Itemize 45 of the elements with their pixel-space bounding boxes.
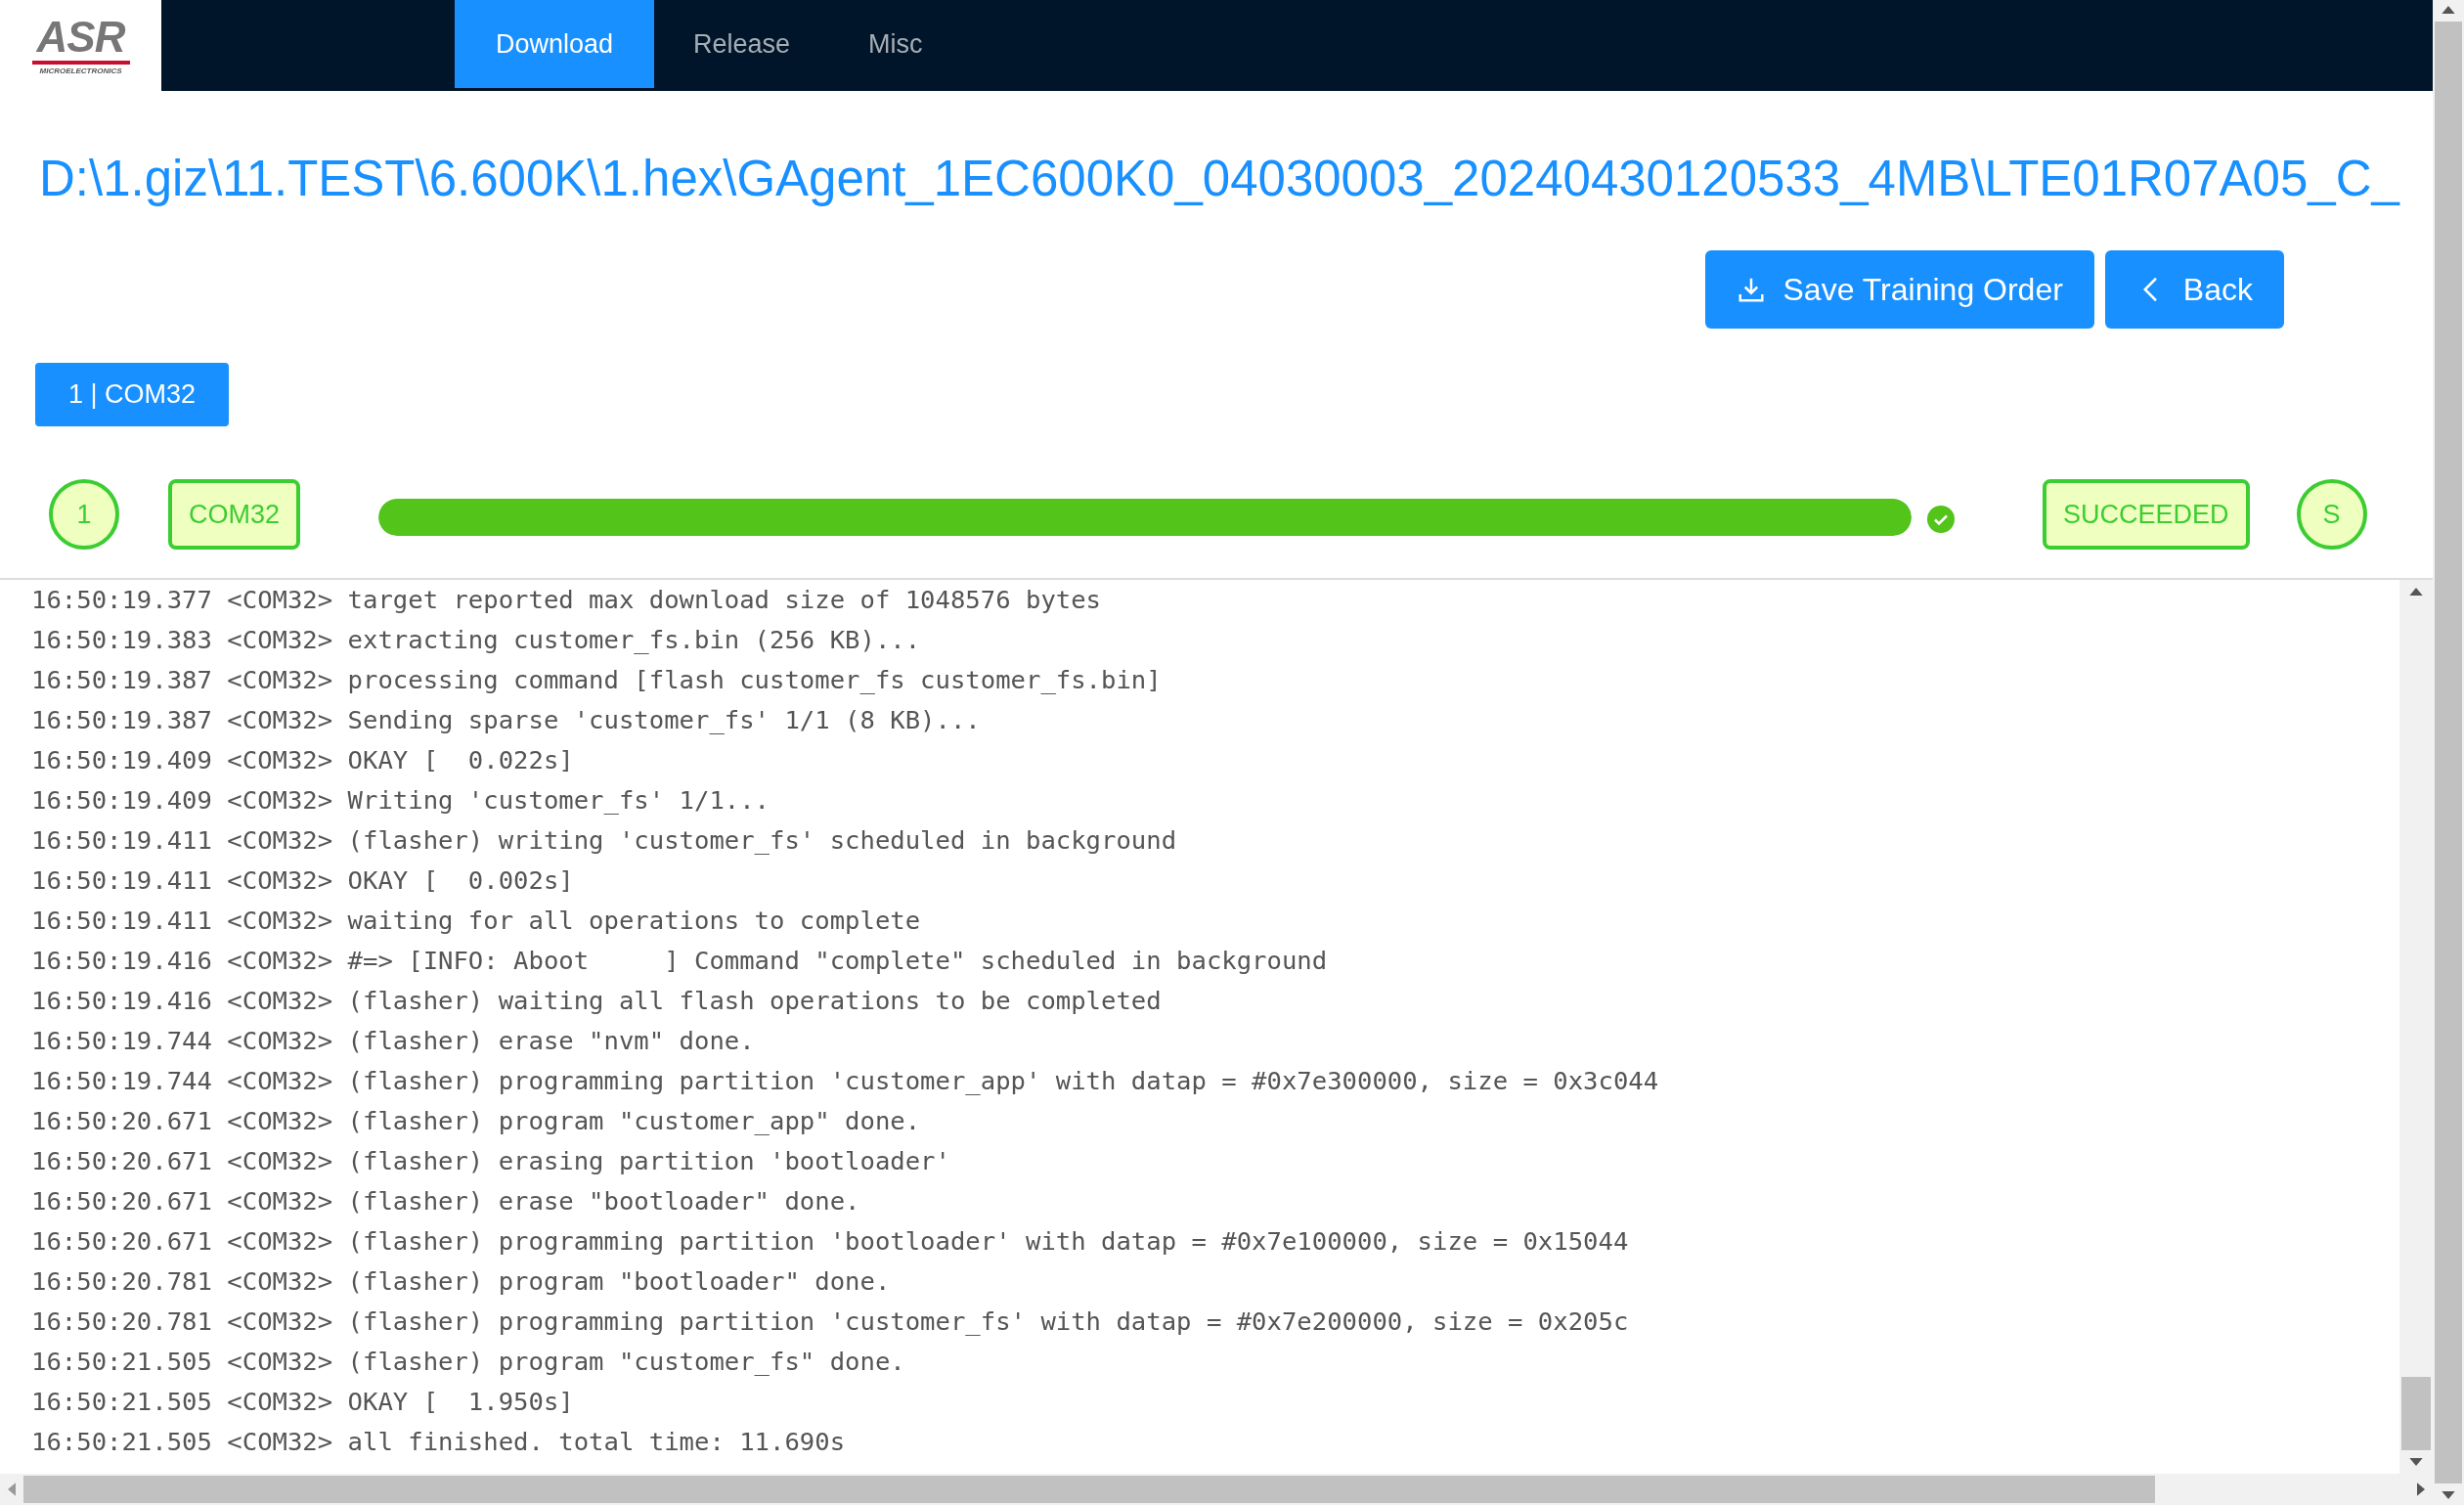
log-line: 16:50:19.409 <COM32> Writing 'customer_fs' 1/1... bbox=[31, 784, 771, 817]
scrollbar-thumb[interactable] bbox=[23, 1476, 2155, 1503]
log-line: 16:50:19.744 <COM32> (flasher) programming partition 'customer_app' with datap = #0x7e300000, size = 0x3c044 bbox=[31, 1065, 1660, 1097]
log-line: 16:50:19.387 <COM32> processing command [flash customer_fs customer_fs.bin] bbox=[31, 664, 1163, 696]
port-tag: COM32 bbox=[168, 479, 301, 550]
log-line: 16:50:19.744 <COM32> (flasher) erase "nvm" done. bbox=[31, 1025, 756, 1057]
status-badge: S bbox=[2296, 479, 2367, 550]
status-tag: SUCCEEDED bbox=[2043, 479, 2250, 550]
log-line: 16:50:19.377 <COM32> target reported max download size of 1048576 bytes bbox=[31, 584, 1103, 616]
log-line: 16:50:19.416 <COM32> #=> [INFO: Aboot ] Command "complete" scheduled in background bbox=[31, 945, 1329, 977]
log-line: 16:50:21.505 <COM32> (flasher) program "customer_fs" done. bbox=[31, 1346, 906, 1378]
save-button[interactable]: Save Training Order bbox=[1704, 250, 2094, 329]
file-path: D:\1.giz\11.TEST\6.600K\1.hex\GAgent_1EC600K0_04030003_20240430120533_4MB\LTE01R07A05_C_ bbox=[38, 150, 2401, 208]
nav-tab[interactable]: Misc bbox=[829, 0, 962, 88]
index-badge: 1 bbox=[49, 479, 119, 550]
log-line: 16:50:19.416 <COM32> (flasher) waiting all flash operations to be completed bbox=[31, 985, 1163, 1017]
arrow-down-icon[interactable] bbox=[2442, 1491, 2455, 1499]
arrow-down-icon[interactable] bbox=[2409, 1458, 2423, 1466]
scrollbar-thumb[interactable] bbox=[2435, 22, 2462, 1483]
log-line: 16:50:20.671 <COM32> (flasher) program "customer_app" done. bbox=[31, 1105, 922, 1137]
log-line: 16:50:19.383 <COM32> extracting customer_fs.bin (256 KB)... bbox=[31, 624, 922, 656]
scrollbar-thumb[interactable] bbox=[2401, 1377, 2431, 1450]
log-line: 16:50:19.411 <COM32> (flasher) writing 'customer_fs' scheduled in background bbox=[31, 824, 1178, 857]
log-line: 16:50:21.505 <COM32> OKAY [ 1.950s] bbox=[31, 1386, 575, 1418]
log-line: 16:50:19.387 <COM32> Sending sparse 'customer_fs' 1/1 (8 KB)... bbox=[31, 704, 982, 736]
log-line: 16:50:20.671 <COM32> (flasher) erasing partition 'bootloader' bbox=[31, 1145, 951, 1177]
nav-tab[interactable]: Download bbox=[455, 0, 654, 88]
log-line: 16:50:20.671 <COM32> (flasher) erase "bootloader" done. bbox=[31, 1185, 861, 1217]
arrow-right-icon[interactable] bbox=[2417, 1483, 2425, 1496]
arrow-left-icon[interactable] bbox=[8, 1483, 16, 1496]
back-button[interactable]: Back bbox=[2104, 250, 2284, 329]
log-line: 16:50:20.781 <COM32> (flasher) program "bootloader" done. bbox=[31, 1265, 892, 1298]
port-tab[interactable]: 1 | COM32 bbox=[35, 363, 230, 426]
nav-tab[interactable]: Release bbox=[654, 0, 830, 88]
scrollbar[interactable] bbox=[2433, 0, 2464, 1505]
arrow-up-icon[interactable] bbox=[2442, 6, 2455, 14]
scrollbar[interactable] bbox=[2399, 580, 2433, 1474]
log-line: 16:50:20.781 <COM32> (flasher) programming partition 'customer_fs' with datap = #0x7e200000, size = 0x205c bbox=[31, 1306, 1630, 1338]
log-line: 16:50:19.409 <COM32> OKAY [ 0.022s] bbox=[31, 744, 575, 776]
log-line: 16:50:19.411 <COM32> waiting for all operations to complete bbox=[31, 905, 922, 937]
log-line: 16:50:21.505 <COM32> all finished. total time: 11.690s bbox=[31, 1426, 847, 1458]
log-line: 16:50:19.411 <COM32> OKAY [ 0.002s] bbox=[31, 864, 575, 897]
log-line: 16:50:20.671 <COM32> (flasher) programming partition 'bootloader' with datap = #0x7e100000, size = 0x15044 bbox=[31, 1225, 1630, 1258]
arrow-up-icon[interactable] bbox=[2409, 588, 2423, 596]
scrollbar[interactable] bbox=[0, 1474, 2433, 1505]
